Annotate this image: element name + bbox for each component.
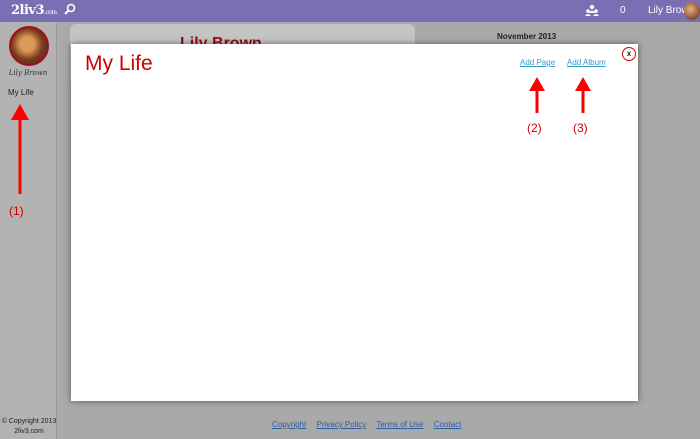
annotation-label-1: (1) (9, 204, 24, 218)
copyright-text: © Copyright 2013 2liv3.com (1, 417, 57, 437)
user-avatar[interactable] (684, 2, 700, 20)
logo-suffix: .com (44, 9, 57, 16)
modal-title: My Life (85, 52, 153, 75)
annotation-arrow-2 (529, 77, 545, 113)
profile-avatar[interactable] (9, 26, 49, 66)
top-bar: 2liv3.com 0 Lily Brown (0, 0, 700, 22)
annotation-arrow-3 (575, 77, 591, 113)
site-logo[interactable]: 2liv3.com (11, 3, 57, 18)
annotation-label-2: (2) (527, 121, 542, 135)
copyright-domain: 2liv3.com (14, 428, 44, 435)
sidebar-item-my-life[interactable]: My Life (8, 88, 34, 97)
logo-text: 2liv3 (11, 3, 45, 18)
footer-link-copyright[interactable]: Copyright (272, 420, 306, 429)
close-button[interactable]: x (622, 47, 636, 61)
search-icon[interactable] (63, 3, 77, 17)
annotation-arrow-1 (11, 104, 29, 194)
profile-name: Lily Brown (8, 69, 48, 77)
notification-count[interactable]: 0 (620, 5, 626, 16)
annotation-label-3: (3) (573, 121, 588, 135)
friends-icon[interactable] (584, 3, 600, 19)
copyright-line: © Copyright 2013 (1, 418, 57, 425)
sidebar: Lily Brown My Life © Copyright 2013 2liv… (0, 22, 57, 439)
footer-link-terms[interactable]: Terms of Use (376, 420, 423, 429)
add-album-link[interactable]: Add Album (567, 58, 606, 67)
calendar-month: November 2013 (497, 32, 557, 41)
my-life-modal: My Life Add Page Add Album x (71, 44, 638, 401)
footer-links: Copyright Privacy Policy Terms of Use Co… (272, 420, 469, 429)
add-page-link[interactable]: Add Page (520, 58, 555, 67)
footer-link-contact[interactable]: Contact (434, 420, 462, 429)
footer-link-privacy[interactable]: Privacy Policy (316, 420, 366, 429)
